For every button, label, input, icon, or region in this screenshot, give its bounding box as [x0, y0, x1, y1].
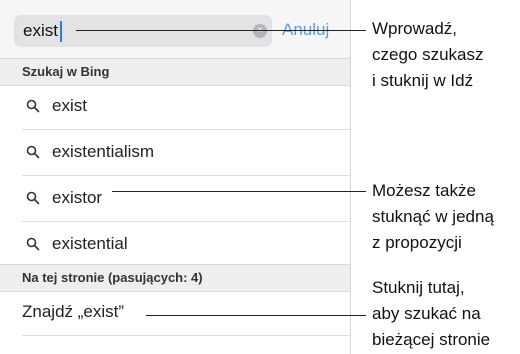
callout-find-text: Stuknij tutaj, aby szukać na bieżącej st… — [372, 278, 491, 349]
search-input[interactable]: exist × — [14, 15, 272, 47]
callout-line-find — [146, 315, 366, 316]
magnifier-icon — [26, 191, 40, 205]
suggestion-row[interactable]: exist — [0, 84, 350, 130]
section-header-bing: Szukaj w Bing — [0, 58, 350, 86]
divider — [22, 335, 350, 336]
magnifier-icon — [26, 237, 40, 251]
magnifier-icon — [26, 99, 40, 113]
callout-suggestion-text: Możesz także stuknąć w jedną z propozycj… — [372, 181, 494, 252]
suggestion-row[interactable]: existential — [0, 222, 350, 268]
find-on-page-row[interactable]: Znajdź „exist” — [0, 290, 350, 336]
search-input-text: exist — [23, 21, 58, 40]
safari-search-panel: exist × Anuluj Szukaj w Bing exist exist… — [0, 0, 351, 354]
callout-line-search — [76, 30, 366, 31]
search-bar: exist × Anuluj — [0, 0, 350, 58]
section-header-on-page: Na tej stronie (pasujących: 4) — [0, 264, 350, 292]
clear-icon[interactable]: × — [253, 24, 267, 38]
suggestion-label: exist — [52, 96, 87, 115]
section-header-bing-label: Szukaj w Bing — [22, 64, 110, 79]
suggestion-row[interactable]: existor — [0, 176, 350, 222]
text-caret — [60, 21, 62, 42]
callout-search-text: Wprowadź, czego szukasz i stuknij w Idź — [372, 19, 484, 90]
callout-line-suggestion — [112, 191, 366, 192]
suggestion-label: existential — [52, 234, 128, 253]
suggestion-label: existor — [52, 188, 103, 207]
section-header-on-page-label: Na tej stronie (pasujących: 4) — [22, 270, 203, 285]
magnifier-icon — [26, 145, 40, 159]
find-on-page-label: Znajdź „exist” — [22, 302, 125, 321]
suggestion-row[interactable]: existentialism — [0, 130, 350, 176]
suggestion-label: existentialism — [52, 142, 155, 161]
